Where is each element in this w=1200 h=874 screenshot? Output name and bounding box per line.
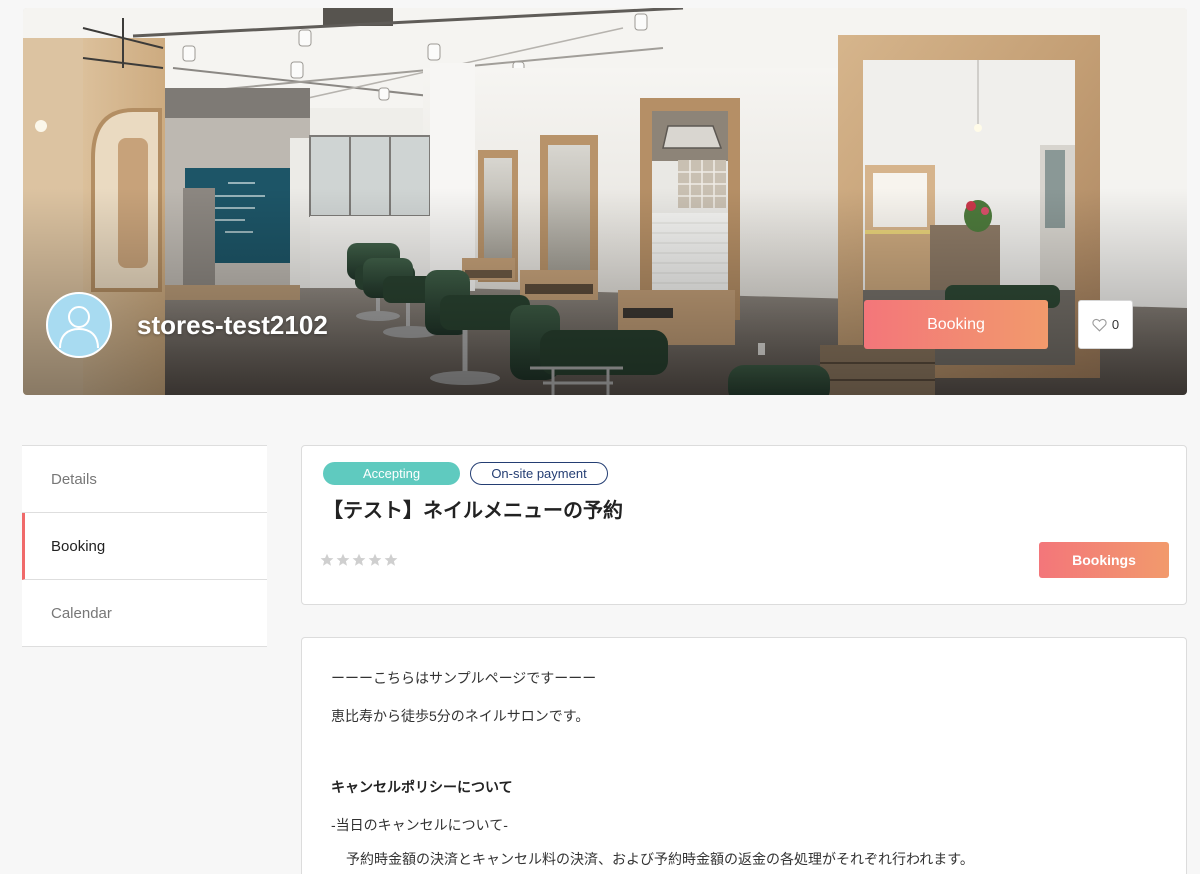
status-badge: Accepting [323, 462, 460, 485]
star-icon [352, 553, 366, 566]
sidebar-item-label: Details [51, 470, 97, 488]
menu-description-card: ーーーこちらはサンプルページですーーー 恵比寿から徒歩5分のネイルサロンです。 … [301, 637, 1187, 874]
star-icon [368, 553, 382, 566]
star-icon [384, 553, 398, 566]
store-page: stores-test2102 Booking 0 Details Bookin… [0, 0, 1200, 874]
sidebar-item-label: Booking [51, 537, 106, 555]
same-day-cancel-text: 予約時金額の決済とキャンセル料の決済、および予約時金額の返金の各処理がそれぞれ行… [346, 851, 974, 867]
store-avatar[interactable] [46, 292, 112, 358]
favorite-count: 0 [1111, 316, 1120, 332]
favorite-button[interactable]: 0 [1078, 300, 1133, 349]
menu-title: 【テスト】ネイルメニューの予約 [323, 500, 623, 522]
store-hero: stores-test2102 Booking 0 [23, 8, 1187, 395]
description-intro: ーーーこちらはサンプルページですーーー [331, 670, 597, 686]
booking-button[interactable]: Booking [864, 300, 1048, 349]
sidebar-item-booking[interactable]: Booking [22, 513, 267, 580]
sidebar-item-details[interactable]: Details [22, 446, 267, 513]
photo-shade [23, 188, 1187, 395]
bookings-button[interactable]: Bookings [1039, 542, 1169, 578]
star-icon [320, 553, 334, 566]
sidebar-item-calendar[interactable]: Calendar [22, 580, 267, 647]
menu-summary-card: Accepting On-site payment 【テスト】ネイルメニューの予… [301, 445, 1187, 605]
user-avatar-icon [59, 306, 99, 349]
payment-badge: On-site payment [470, 462, 608, 485]
sidebar-nav: Details Booking Calendar [22, 445, 267, 647]
store-name: stores-test2102 [137, 310, 328, 340]
description-access: 恵比寿から徒歩5分のネイルサロンです。 [331, 708, 590, 724]
cancel-policy-heading: キャンセルポリシーについて [331, 779, 513, 795]
sidebar-item-label: Calendar [51, 604, 112, 622]
same-day-cancel-heading: -当日のキャンセルについて- [331, 817, 508, 833]
star-icon [336, 553, 350, 566]
rating-stars [320, 553, 398, 567]
heart-icon [1092, 318, 1107, 332]
